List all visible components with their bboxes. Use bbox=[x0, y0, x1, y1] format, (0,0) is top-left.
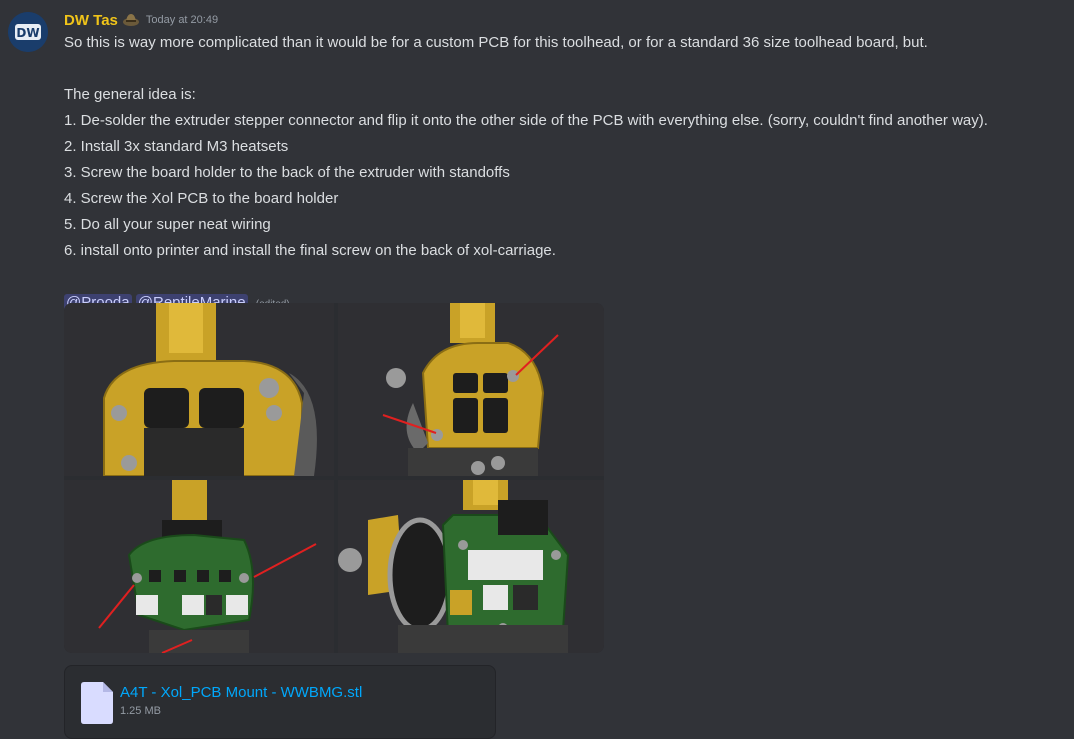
message-line: 1. De-solder the extruder stepper connec… bbox=[64, 112, 988, 129]
file-size: 1.25 MB bbox=[120, 705, 161, 717]
username[interactable]: DW Tas bbox=[64, 12, 118, 29]
message-line: 2. Install 3x standard M3 heatsets bbox=[64, 138, 289, 155]
message-line: The general idea is: bbox=[64, 86, 196, 103]
attachment-image-4[interactable] bbox=[338, 480, 604, 653]
attachment-image-3[interactable] bbox=[64, 480, 334, 653]
message-line: So this is way more complicated than it … bbox=[64, 34, 928, 51]
avatar[interactable]: DW bbox=[8, 12, 48, 52]
attachment-image-2[interactable] bbox=[338, 303, 604, 476]
attachment-image-1[interactable] bbox=[64, 303, 334, 476]
message-line: 3. Screw the board holder to the back of… bbox=[64, 164, 510, 181]
message-line bbox=[64, 56, 1064, 82]
file-attachment[interactable]: A4T - Xol_PCB Mount - WWBMG.stl 1.25 MB bbox=[64, 665, 496, 739]
hat-icon bbox=[122, 11, 140, 29]
message-header: DW Tas Today at 20:49 bbox=[64, 10, 218, 30]
message-content: So this is way more complicated than it … bbox=[64, 30, 1064, 316]
file-name-link[interactable]: A4T - Xol_PCB Mount - WWBMG.stl bbox=[120, 684, 362, 701]
message-line: 4. Screw the Xol PCB to the board holder bbox=[64, 190, 339, 207]
chat-message: DW DW Tas Today at 20:49 So this is way … bbox=[0, 0, 1074, 739]
image-attachments bbox=[64, 303, 604, 653]
message-line: 5. Do all your super neat wiring bbox=[64, 216, 271, 233]
timestamp: Today at 20:49 bbox=[145, 14, 219, 26]
message-line: 6. install onto printer and install the … bbox=[64, 242, 556, 259]
avatar-text: DW bbox=[16, 26, 39, 40]
file-icon bbox=[81, 682, 113, 724]
message-line bbox=[64, 264, 1064, 290]
